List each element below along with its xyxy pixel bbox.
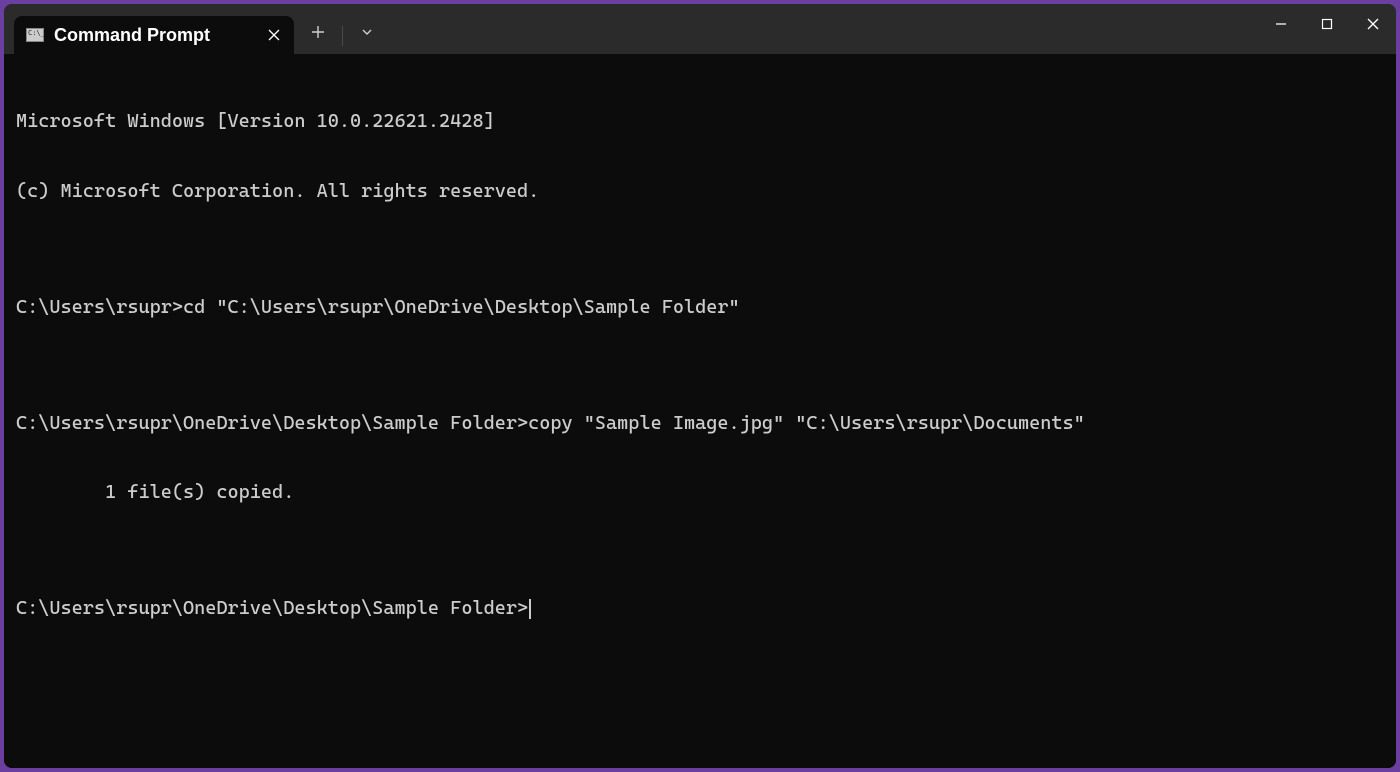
- tab-command-prompt[interactable]: Command Prompt: [14, 16, 294, 54]
- maximize-button[interactable]: [1304, 4, 1350, 44]
- close-window-button[interactable]: [1350, 4, 1396, 44]
- terminal-window: Command Prompt: [4, 4, 1396, 768]
- cmd-icon: [26, 28, 44, 42]
- plus-icon: [311, 25, 325, 39]
- terminal-line: C:\Users\rsupr\OneDrive\Desktop\Sample F…: [16, 412, 1384, 435]
- terminal-output[interactable]: Microsoft Windows [Version 10.0.22621.24…: [4, 54, 1396, 768]
- window-controls: [1258, 4, 1396, 44]
- terminal-line: C:\Users\rsupr>cd "C:\Users\rsupr\OneDri…: [16, 296, 1384, 319]
- tab-area: Command Prompt: [4, 4, 294, 54]
- cursor: [529, 599, 531, 619]
- terminal-line: Microsoft Windows [Version 10.0.22621.24…: [16, 110, 1384, 133]
- minimize-button[interactable]: [1258, 4, 1304, 44]
- terminal-line: (c) Microsoft Corporation. All rights re…: [16, 180, 1384, 203]
- titlebar: Command Prompt: [4, 4, 1396, 54]
- tab-close-button[interactable]: [260, 21, 288, 49]
- new-tab-button[interactable]: [300, 14, 336, 50]
- maximize-icon: [1321, 18, 1333, 30]
- tab-title: Command Prompt: [54, 25, 250, 46]
- close-icon: [1367, 18, 1379, 30]
- close-icon: [268, 29, 280, 41]
- terminal-prompt-text: C:\Users\rsupr\OneDrive\Desktop\Sample F…: [16, 597, 528, 619]
- terminal-line: 1 file(s) copied.: [16, 481, 1384, 504]
- titlebar-actions: [300, 4, 385, 54]
- divider: [342, 26, 343, 46]
- tab-dropdown-button[interactable]: [349, 14, 385, 50]
- minimize-icon: [1275, 18, 1287, 30]
- terminal-prompt-line: C:\Users\rsupr\OneDrive\Desktop\Sample F…: [16, 597, 1384, 620]
- chevron-down-icon: [361, 26, 373, 38]
